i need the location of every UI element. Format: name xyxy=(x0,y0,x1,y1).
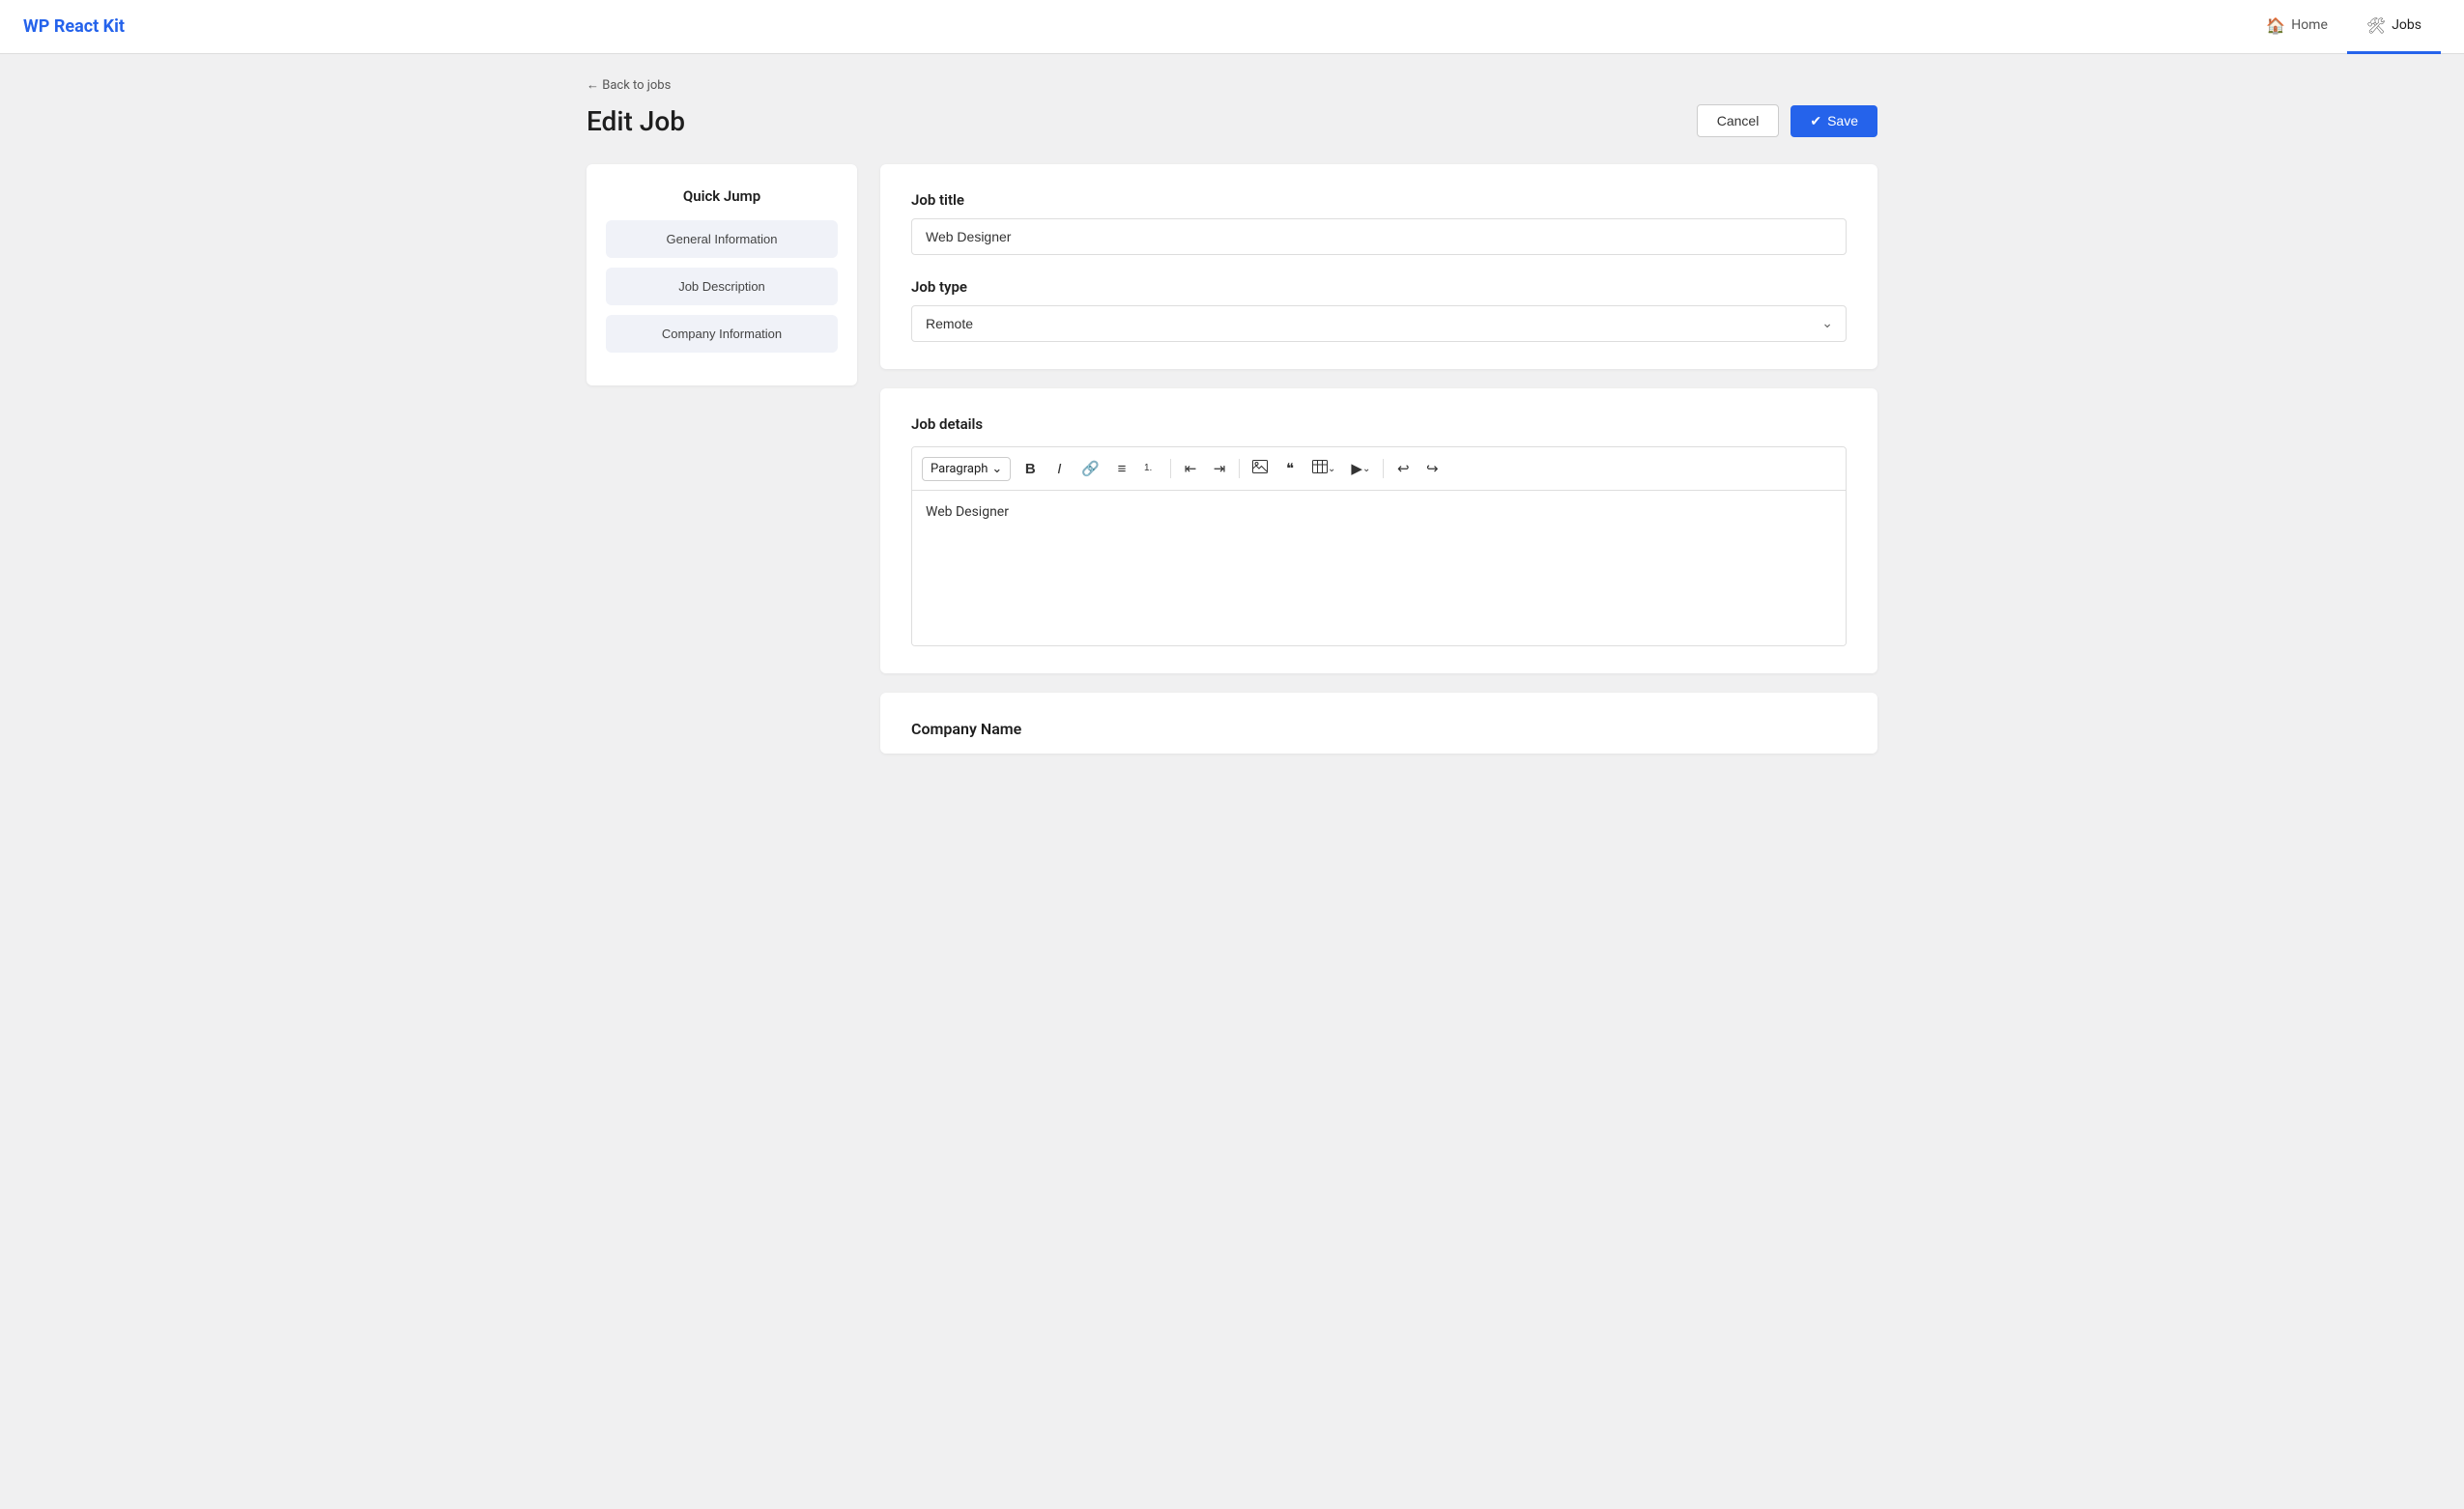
toolbar-quote-button[interactable]: ❝ xyxy=(1276,455,1304,482)
company-name-label: Company Name xyxy=(911,720,1847,738)
top-navigation: WP React Kit 🏠 Home 🛠 Jobs xyxy=(0,0,2464,54)
page-header: Edit Job Cancel ✔ Save xyxy=(587,104,1877,137)
paragraph-format-select[interactable]: Paragraph ⌄ xyxy=(922,457,1011,481)
nav-jobs-label: Jobs xyxy=(2392,17,2421,33)
editor-content-area[interactable]: Web Designer xyxy=(912,491,1846,645)
save-button[interactable]: ✔ Save xyxy=(1791,105,1877,137)
link-icon: 🔗 xyxy=(1081,460,1100,477)
nav-home-label: Home xyxy=(2291,17,2328,33)
back-link[interactable]: ← Back to jobs xyxy=(587,77,1877,93)
toolbar-outdent-button[interactable]: ⇤ xyxy=(1177,455,1204,482)
quick-jump-job-description[interactable]: Job Description xyxy=(606,268,838,305)
toolbar-italic-button[interactable]: I xyxy=(1046,455,1073,482)
svg-text:1.: 1. xyxy=(1144,463,1152,473)
job-title-input[interactable] xyxy=(911,218,1847,255)
quick-jump-company-information[interactable]: Company Information xyxy=(606,315,838,353)
undo-icon: ↩ xyxy=(1397,460,1410,477)
save-check-icon: ✔ xyxy=(1810,113,1821,129)
quick-jump-general-information[interactable]: General Information xyxy=(606,220,838,258)
header-actions: Cancel ✔ Save xyxy=(1697,104,1877,137)
toolbar-divider-1 xyxy=(1170,459,1171,478)
toolbar-redo-button[interactable]: ↪ xyxy=(1418,455,1446,482)
redo-icon: ↪ xyxy=(1426,460,1439,477)
nav-home[interactable]: 🏠 Home xyxy=(2247,0,2347,54)
cancel-button[interactable]: Cancel xyxy=(1697,104,1780,137)
indent-icon: ⇥ xyxy=(1214,460,1226,477)
job-title-group: Job title xyxy=(911,191,1847,255)
toolbar-format-chevron: ⌄ xyxy=(991,462,1002,476)
media-icon: ▶ xyxy=(1351,460,1362,477)
jobs-icon: 🛠 xyxy=(2366,16,2386,35)
nav-links: 🏠 Home 🛠 Jobs xyxy=(2247,0,2441,54)
rich-text-editor: Paragraph ⌄ B I 🔗 ≡ xyxy=(911,446,1847,646)
table-icon xyxy=(1312,460,1328,477)
job-type-select[interactable]: Remote On-site Hybrid xyxy=(911,305,1847,342)
main-layout: Quick Jump General Information Job Descr… xyxy=(587,164,1877,754)
toolbar-link-button[interactable]: 🔗 xyxy=(1074,455,1106,482)
italic-icon: I xyxy=(1057,461,1061,477)
quick-jump-sidebar: Quick Jump General Information Job Descr… xyxy=(587,164,857,385)
bullet-list-icon: ≡ xyxy=(1118,461,1127,477)
company-information-card: Company Name xyxy=(880,693,1877,754)
toolbar-bullet-list-button[interactable]: ≡ xyxy=(1108,455,1135,482)
toolbar-media-button[interactable]: ▶ ⌄ xyxy=(1344,455,1377,482)
toolbar-undo-button[interactable]: ↩ xyxy=(1390,455,1417,482)
nav-jobs[interactable]: 🛠 Jobs xyxy=(2347,0,2441,54)
quote-icon: ❝ xyxy=(1286,460,1294,477)
toolbar-ordered-list-button[interactable]: 1. xyxy=(1137,455,1164,482)
editor-toolbar: Paragraph ⌄ B I 🔗 ≡ xyxy=(912,447,1846,491)
toolbar-indent-button[interactable]: ⇥ xyxy=(1206,455,1233,482)
toolbar-divider-3 xyxy=(1383,459,1384,478)
toolbar-divider-2 xyxy=(1239,459,1240,478)
general-information-card: Job title Job type Remote On-site Hybrid… xyxy=(880,164,1877,369)
page-wrapper: ← Back to jobs Edit Job Cancel ✔ Save Qu… xyxy=(556,54,1908,777)
outdent-icon: ⇤ xyxy=(1185,460,1197,477)
toolbar-table-button[interactable]: ⌄ xyxy=(1305,455,1342,482)
table-chevron: ⌄ xyxy=(1328,464,1335,474)
page-title: Edit Job xyxy=(587,105,685,137)
toolbar-bold-button[interactable]: B xyxy=(1017,455,1044,482)
ordered-list-icon: 1. xyxy=(1144,460,1158,477)
bold-icon: B xyxy=(1025,461,1036,477)
job-description-card: Job details Paragraph ⌄ B I xyxy=(880,388,1877,673)
sidebar-title: Quick Jump xyxy=(606,187,838,205)
media-chevron: ⌄ xyxy=(1362,464,1370,474)
job-details-label: Job details xyxy=(911,415,1847,433)
image-icon xyxy=(1252,460,1268,477)
job-type-select-wrapper: Remote On-site Hybrid ⌄ xyxy=(911,305,1847,342)
content-area: Job title Job type Remote On-site Hybrid… xyxy=(880,164,1877,754)
job-type-group: Job type Remote On-site Hybrid ⌄ xyxy=(911,278,1847,342)
job-title-label: Job title xyxy=(911,191,1847,209)
toolbar-image-button[interactable] xyxy=(1246,455,1275,482)
brand-logo[interactable]: WP React Kit xyxy=(23,16,125,37)
paragraph-format-label: Paragraph xyxy=(931,462,988,476)
job-type-label: Job type xyxy=(911,278,1847,296)
save-button-label: Save xyxy=(1827,113,1858,128)
home-icon: 🏠 xyxy=(2266,16,2285,35)
